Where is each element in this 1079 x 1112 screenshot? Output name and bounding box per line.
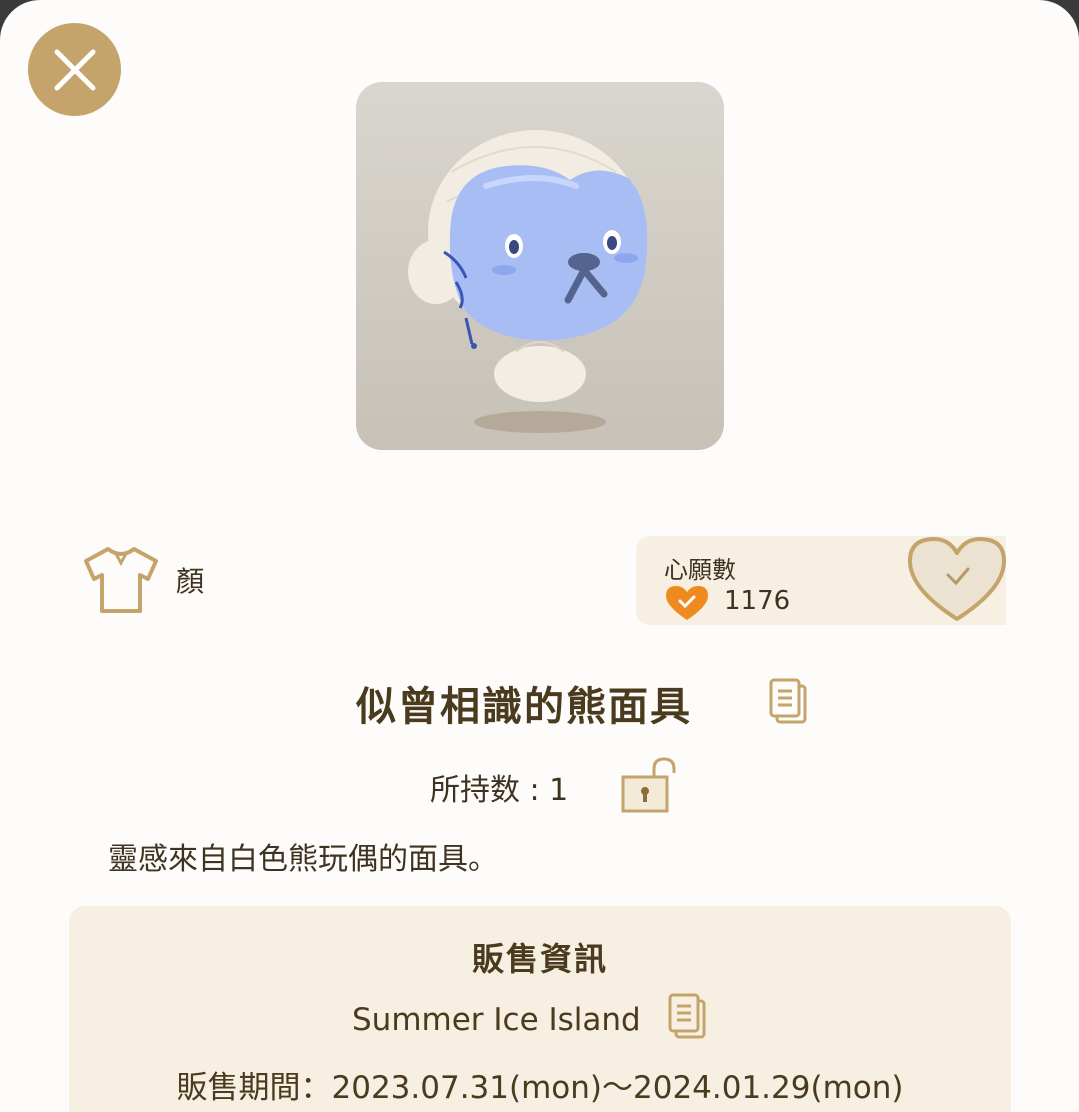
wishlist-toggle-button[interactable] bbox=[906, 533, 1008, 629]
copy-icon[interactable] bbox=[667, 993, 707, 1039]
item-name: 似曾相識的熊面具 bbox=[356, 684, 692, 730]
close-icon bbox=[54, 49, 95, 90]
item-category: 顏 bbox=[82, 545, 204, 615]
heart-check-icon bbox=[666, 586, 708, 620]
sale-info-panel: 販售資訊 Summer Ice Island 販售期間：2023.07.31(m… bbox=[69, 906, 1011, 1112]
wishlist-count: 1176 bbox=[724, 586, 791, 616]
copy-icon[interactable] bbox=[768, 678, 808, 724]
category-label: 顏 bbox=[176, 565, 205, 598]
unlock-icon bbox=[621, 757, 676, 813]
shirt-icon bbox=[84, 547, 158, 613]
item-preview-image bbox=[356, 82, 724, 450]
sale-period: 販售期間：2023.07.31(mon)～2024.01.29(mon) bbox=[176, 1070, 904, 1106]
sale-info-title: 販售資訊 bbox=[471, 940, 608, 978]
item-detail-sheet: 顏 心願數 1176 似曾相識的熊面具 所持数 : 1 靈感來自白色熊玩偶的面具… bbox=[0, 0, 1079, 1112]
close-button[interactable] bbox=[28, 23, 121, 116]
heart-check-icon bbox=[908, 537, 1006, 621]
wishlist-title: 心願數 bbox=[664, 556, 736, 584]
item-description: 靈感來自白色熊玩偶的面具。 bbox=[108, 842, 498, 877]
sale-event-name: Summer Ice Island bbox=[352, 1002, 641, 1038]
owned-count: 所持数 : 1 bbox=[430, 773, 569, 808]
